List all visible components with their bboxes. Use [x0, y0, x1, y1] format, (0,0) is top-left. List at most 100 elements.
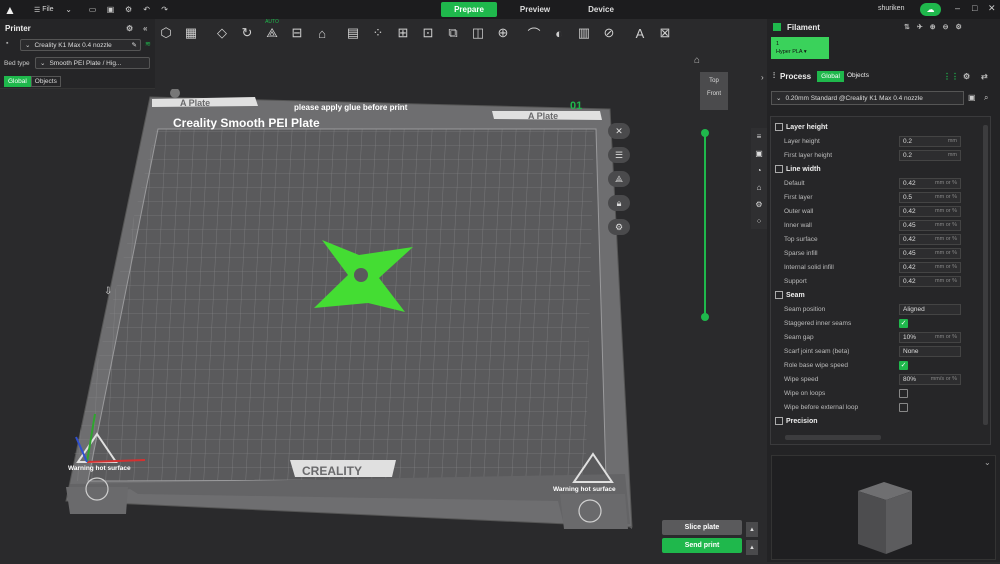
file-menu[interactable]: ☰ File — [34, 6, 54, 14]
seam-paint-icon[interactable]: ⌒ — [523, 22, 545, 44]
params-scrollbar[interactable] — [983, 125, 988, 425]
lock-icon[interactable]: 🔒︎ — [608, 195, 630, 211]
view-top[interactable]: Top — [700, 78, 728, 84]
print-options-arrow[interactable]: ▲ — [746, 540, 758, 555]
collapse-sidebar-icon[interactable]: › — [761, 73, 764, 82]
param-input[interactable]: 0.45 mm or % — [899, 247, 961, 259]
param-input[interactable]: None — [899, 345, 961, 357]
filament-slot-1[interactable]: 1 Hyper PLA ▾ — [771, 37, 829, 59]
open-folder-icon[interactable]: ▭ — [84, 0, 102, 19]
minimize-icon[interactable]: – — [955, 3, 960, 13]
mirror-icon[interactable]: ◫ — [467, 22, 489, 44]
section-title[interactable]: Seam — [786, 292, 805, 299]
view-front[interactable]: Front — [700, 91, 728, 97]
layer-slider-bottom-handle[interactable] — [701, 313, 709, 321]
section-title[interactable]: Precision — [786, 418, 818, 425]
param-input[interactable]: 0.2 mm — [899, 149, 961, 161]
param-input[interactable]: 80% mm/s or % — [899, 373, 961, 385]
search-icon[interactable]: ⌕ — [984, 93, 988, 103]
redo-icon[interactable]: ↷ — [156, 0, 174, 19]
tab-device[interactable]: Device — [573, 2, 629, 17]
params-h-scrollbar[interactable] — [785, 435, 881, 440]
param-input[interactable]: 0.42 mm or % — [899, 205, 961, 217]
maximize-icon[interactable]: □ — [972, 3, 977, 13]
close-plate-icon[interactable]: ✕ — [608, 123, 630, 139]
undo-icon[interactable]: ↶ — [138, 0, 156, 19]
param-input[interactable]: 10% mm or % — [899, 331, 961, 343]
add-cube-icon[interactable]: ⬡ — [155, 22, 177, 44]
speed-tab-icon[interactable]: ◔ — [751, 164, 767, 176]
process-preset-select[interactable]: ⌄ 0.20mm Standard @Creality K1 Max 0.4 no… — [771, 91, 964, 105]
rotate-icon[interactable]: ↻ — [236, 22, 258, 44]
measure-icon[interactable]: ▥ — [573, 22, 595, 44]
settings-icon[interactable]: ⚙ — [120, 0, 138, 19]
cloud-upload-icon[interactable]: ☁ — [920, 3, 941, 16]
collapse-icon[interactable]: « — [143, 24, 147, 33]
cut-icon[interactable]: ⧉ — [442, 22, 464, 44]
close-icon[interactable]: ✕ — [988, 3, 996, 14]
home-icon[interactable]: ⌂ — [694, 55, 700, 66]
svg-icon[interactable]: ⊠ — [654, 22, 676, 44]
save-icon[interactable]: ▣ — [102, 0, 120, 19]
save-preset-icon[interactable]: ▣ — [968, 93, 976, 102]
section-title[interactable]: Layer height — [786, 124, 828, 131]
param-input[interactable]: 0.5 mm or % — [899, 191, 961, 203]
auto-arrange-plate-icon[interactable]: ⟁ — [608, 171, 630, 187]
section-title[interactable]: Line width — [786, 166, 821, 173]
send-print-button[interactable]: Send print — [662, 538, 742, 553]
wifi-icon[interactable]: ≋ — [145, 40, 151, 48]
param-input[interactable]: 0.42 mm or % — [899, 261, 961, 273]
process-global-toggle[interactable]: Global — [817, 70, 844, 82]
slice-plate-button[interactable]: Slice plate — [662, 520, 742, 535]
support-tab-icon[interactable]: ⌂ — [751, 181, 767, 193]
others-tab-icon[interactable]: ⚙ — [751, 198, 767, 210]
param-input[interactable]: 0.42 mm or % — [899, 233, 961, 245]
grid-icon[interactable]: ▤ — [342, 22, 364, 44]
view-cube[interactable]: Top Front — [700, 72, 728, 110]
auto-arrange-icon[interactable]: AUTO ⟁ — [261, 19, 283, 44]
process-sync-icon[interactable]: ⇄ — [981, 72, 988, 81]
slice-options-arrow[interactable]: ▲ — [746, 522, 758, 537]
strength-tab-icon[interactable]: ▣ — [751, 147, 767, 159]
param-checkbox[interactable]: ✓ — [899, 360, 908, 370]
bed-type-select[interactable]: ⌄ Smooth PEI Plate / Hig... — [35, 57, 150, 69]
split-icon[interactable]: ⊟ — [286, 22, 308, 44]
param-input[interactable]: Aligned — [899, 303, 961, 315]
layer-slider-top-handle[interactable] — [701, 129, 709, 137]
assembly-icon[interactable]: ⊘ — [598, 22, 620, 44]
process-advanced-toggle-icon[interactable]: ⋮⋮ — [943, 72, 959, 81]
support-paint-icon[interactable]: ⊕ — [492, 22, 514, 44]
edit-icon[interactable]: ✎ — [132, 41, 137, 49]
printer-select[interactable]: ⌄ Creality K1 Max 0.4 nozzle ✎ — [20, 39, 141, 51]
scale-icon[interactable]: ⊡ — [417, 22, 439, 44]
plate-config-icon[interactable]: ⚙ — [608, 219, 630, 235]
objects-toggle[interactable]: Objects — [30, 76, 61, 87]
param-input[interactable]: 0.42 mm or % — [899, 177, 961, 189]
process-objects-toggle[interactable]: Objects — [844, 71, 872, 82]
plate-number[interactable]: 01 — [570, 100, 582, 112]
color-paint-icon[interactable]: ◐ — [548, 22, 570, 44]
param-input[interactable]: 0.45 mm or % — [899, 219, 961, 231]
param-input[interactable]: 0.42 mm or % — [899, 275, 961, 287]
param-checkbox[interactable]: ✓ — [899, 318, 908, 328]
tab-prepare[interactable]: Prepare — [441, 2, 497, 17]
tab-preview[interactable]: Preview — [507, 2, 563, 17]
plate-settings-icon[interactable]: ☰ — [608, 147, 630, 163]
process-params-list[interactable]: Layer height Layer height 0.2 mm First layer… — [770, 116, 991, 445]
layer-slider[interactable] — [704, 133, 706, 317]
text-icon[interactable]: A — [629, 22, 651, 44]
global-toggle[interactable]: Global — [4, 76, 31, 87]
orient-icon[interactable]: ◇ — [211, 22, 233, 44]
filament-toolbar[interactable]: ⇅✈⊕⊖⚙ — [904, 23, 969, 31]
param-input[interactable]: 0.2 mm — [899, 135, 961, 147]
lay-flat-icon[interactable]: ⌂ — [311, 22, 333, 44]
dots-icon[interactable]: ⁘ — [367, 22, 389, 44]
3d-viewport[interactable]: A Plate A Plate please apply glue before… — [0, 88, 767, 562]
printer-settings-icon[interactable]: ⚙ — [126, 24, 133, 33]
expand-icon[interactable]: ⌄ — [984, 458, 991, 467]
process-compare-icon[interactable]: ⚙ — [963, 72, 970, 81]
param-checkbox[interactable] — [899, 388, 908, 398]
chevron-down-icon[interactable]: ⌄ — [60, 0, 78, 19]
multi-material-tab-icon[interactable]: ⁘ — [751, 215, 767, 227]
param-checkbox[interactable] — [899, 402, 908, 412]
